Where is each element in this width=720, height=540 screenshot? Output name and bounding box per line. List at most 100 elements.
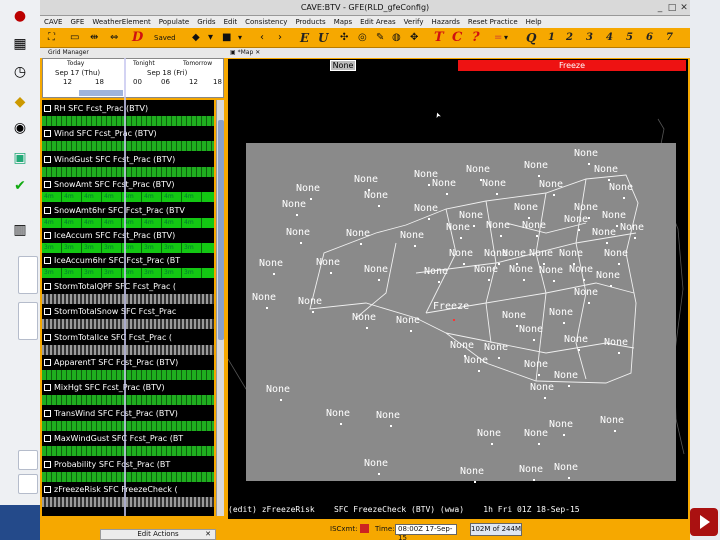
grid-row[interactable]: StormTotalIce SFC Fcst_Prac ( (42, 331, 214, 356)
grid-row-timebar[interactable] (42, 141, 214, 152)
grid-row-timebar[interactable] (42, 395, 214, 406)
pencil-icon[interactable]: ✎ (376, 30, 384, 46)
move-icon[interactable]: ⇹ (90, 30, 98, 46)
grid-cell[interactable]: 3m (82, 268, 102, 279)
preset-2[interactable]: 2 (566, 30, 573, 46)
grid-row-timebar[interactable] (42, 497, 214, 507)
menu-cave[interactable]: CAVE (44, 18, 62, 26)
grid-row[interactable]: StormTotalQPF SFC Fcst_Prac ( (42, 280, 214, 305)
grid-row-timebar[interactable] (42, 471, 214, 482)
dock-slot-1[interactable] (18, 256, 38, 294)
pin-icon[interactable]: ◆ (192, 30, 200, 46)
menu-consistency[interactable]: Consistency (245, 18, 287, 26)
close-icon[interactable]: ✕ (255, 49, 260, 56)
preset-4[interactable]: 4 (606, 30, 613, 46)
grid-row[interactable]: WindGust SFC Fcst_Prac (BTV) (42, 153, 214, 178)
back-icon[interactable]: ‹ (260, 30, 264, 46)
preset-5[interactable]: 5 (626, 30, 633, 46)
redhat-icon[interactable]: ● (10, 6, 30, 26)
forward-icon[interactable]: › (278, 30, 282, 46)
grid-cell[interactable]: 3m (162, 268, 182, 279)
menu-grids[interactable]: Grids (197, 18, 215, 26)
dock-slot-4[interactable] (18, 474, 38, 494)
grid-row[interactable]: IceAccum6hr SFC Fcst_Prac (BT 3m 3m 3m 3m 3m 3… (42, 254, 214, 279)
menu-gfe[interactable]: GFE (70, 18, 84, 26)
time-cursor[interactable] (124, 58, 126, 516)
grid-row-checkbox[interactable] (44, 130, 51, 138)
grid-row[interactable]: RH SFC Fcst_Prac (BTV) (42, 102, 214, 127)
grid-row-timebar[interactable] (42, 446, 214, 457)
play-button[interactable] (690, 508, 718, 536)
grid-row-checkbox[interactable] (44, 105, 51, 112)
grid-cell[interactable]: 3m (182, 243, 202, 253)
grid-row[interactable]: Probability SFC Fcst_Prac (BT (42, 458, 214, 483)
menu-weatherelement[interactable]: WeatherElement (92, 18, 150, 26)
grid-row-timebar[interactable] (42, 319, 214, 330)
grid-cell[interactable]: 4m (42, 192, 62, 203)
minimize-icon[interactable]: _ (654, 2, 666, 14)
menu-edit[interactable]: Edit (224, 18, 238, 26)
grid-row-checkbox[interactable] (44, 486, 51, 493)
grid-row-timebar[interactable]: 3m 3m 3m 3m 3m 3m 3m 3m (42, 243, 214, 253)
grid-row-timebar[interactable] (42, 166, 214, 177)
grid-row-checkbox[interactable] (44, 409, 51, 417)
q-button[interactable]: Q (526, 30, 536, 46)
grid-cell[interactable]: 4m (162, 217, 182, 228)
grid-cell[interactable]: 3m (82, 243, 102, 253)
grid-row-timebar[interactable] (42, 420, 214, 431)
grid-row-checkbox[interactable] (44, 232, 51, 239)
grid-row-checkbox[interactable] (44, 384, 51, 392)
grid-row-checkbox[interactable] (44, 155, 51, 163)
calendar-icon[interactable]: ▦ (10, 34, 30, 54)
e-button[interactable]: E (300, 30, 309, 46)
grid-cell[interactable]: 4m (102, 217, 122, 228)
check-icon[interactable]: ✔ (10, 176, 30, 196)
tool-icon-3[interactable]: ✥ (410, 30, 418, 46)
time-field[interactable]: 08:00Z 17-Sep-15 (395, 524, 457, 540)
grid-manager-scroll-thumb[interactable] (218, 120, 224, 340)
grid-cell[interactable]: 4m (142, 192, 162, 203)
preset-7[interactable]: 7 (666, 30, 673, 46)
question-button[interactable]: ? (472, 30, 480, 46)
grid-cell[interactable]: 4m (102, 192, 122, 203)
clock-icon[interactable]: ◷ (10, 62, 30, 82)
map-icon[interactable]: ▣ (10, 148, 30, 168)
menu-maps[interactable]: Maps (334, 18, 352, 26)
isc-transmit-icon[interactable] (360, 524, 369, 533)
grid-row-timebar[interactable]: 4m 4m 4m 4m 4m 4m 4m 4m (42, 217, 214, 228)
grid-row-timebar[interactable]: 3m 3m 3m 3m 3m 3m 3m 3m (42, 268, 214, 279)
grid-row-checkbox[interactable] (44, 359, 51, 366)
trash-icon[interactable]: ▥ (10, 220, 30, 240)
grid-cell[interactable]: 4m (42, 217, 62, 228)
grid-row-checkbox[interactable] (44, 282, 51, 290)
grid-row[interactable]: SnowAmt6hr SFC Fcst_Prac (BTV 4m 4m 4m 4m 4m 4… (42, 204, 214, 229)
grid-row[interactable]: StormTotalSnow SFC Fcst_Prac (42, 305, 214, 330)
grid-cell[interactable]: 3m (62, 268, 82, 279)
memory-indicator[interactable]: 102M of 244M (470, 523, 522, 536)
grid-row-checkbox[interactable] (44, 206, 51, 214)
grid-manager-scrollbar[interactable] (216, 100, 224, 516)
dropdown-arrow-icon-2[interactable]: ▾ (238, 30, 242, 46)
map-tab[interactable]: ▣ *Map ✕ (226, 48, 690, 58)
c-button[interactable]: C (452, 30, 462, 46)
grid-row-timebar[interactable] (42, 370, 214, 380)
grid-cell[interactable]: 3m (42, 243, 62, 253)
grid-cell[interactable]: 4m (162, 192, 182, 203)
edit-actions-button[interactable]: Edit Actions ✕ (100, 529, 216, 540)
eye-icon[interactable]: ◉ (10, 118, 30, 138)
grid-cell[interactable]: 3m (102, 268, 122, 279)
grid-row-timebar[interactable] (42, 293, 214, 304)
grid-cell[interactable]: 4m (62, 192, 82, 203)
edit-d-button[interactable]: D (132, 30, 143, 46)
grid-cell[interactable]: 4m (82, 192, 102, 203)
grid-cell[interactable]: 4m (182, 217, 202, 228)
tool-icon-2[interactable]: ◍ (392, 30, 401, 46)
save-icon[interactable]: ■ (222, 30, 231, 46)
grid-row[interactable]: zFreezeRisk SFC FreezeCheck ( (42, 483, 214, 508)
grid-row[interactable]: ApparentT SFC Fcst_Prac (BTV) (42, 356, 214, 381)
preset-3[interactable]: 3 (586, 30, 593, 46)
grid-cell[interactable]: 3m (62, 243, 82, 253)
maximize-icon[interactable]: □ (666, 2, 678, 14)
dock-slot-3[interactable] (18, 450, 38, 470)
dash-button[interactable]: = (494, 30, 502, 46)
